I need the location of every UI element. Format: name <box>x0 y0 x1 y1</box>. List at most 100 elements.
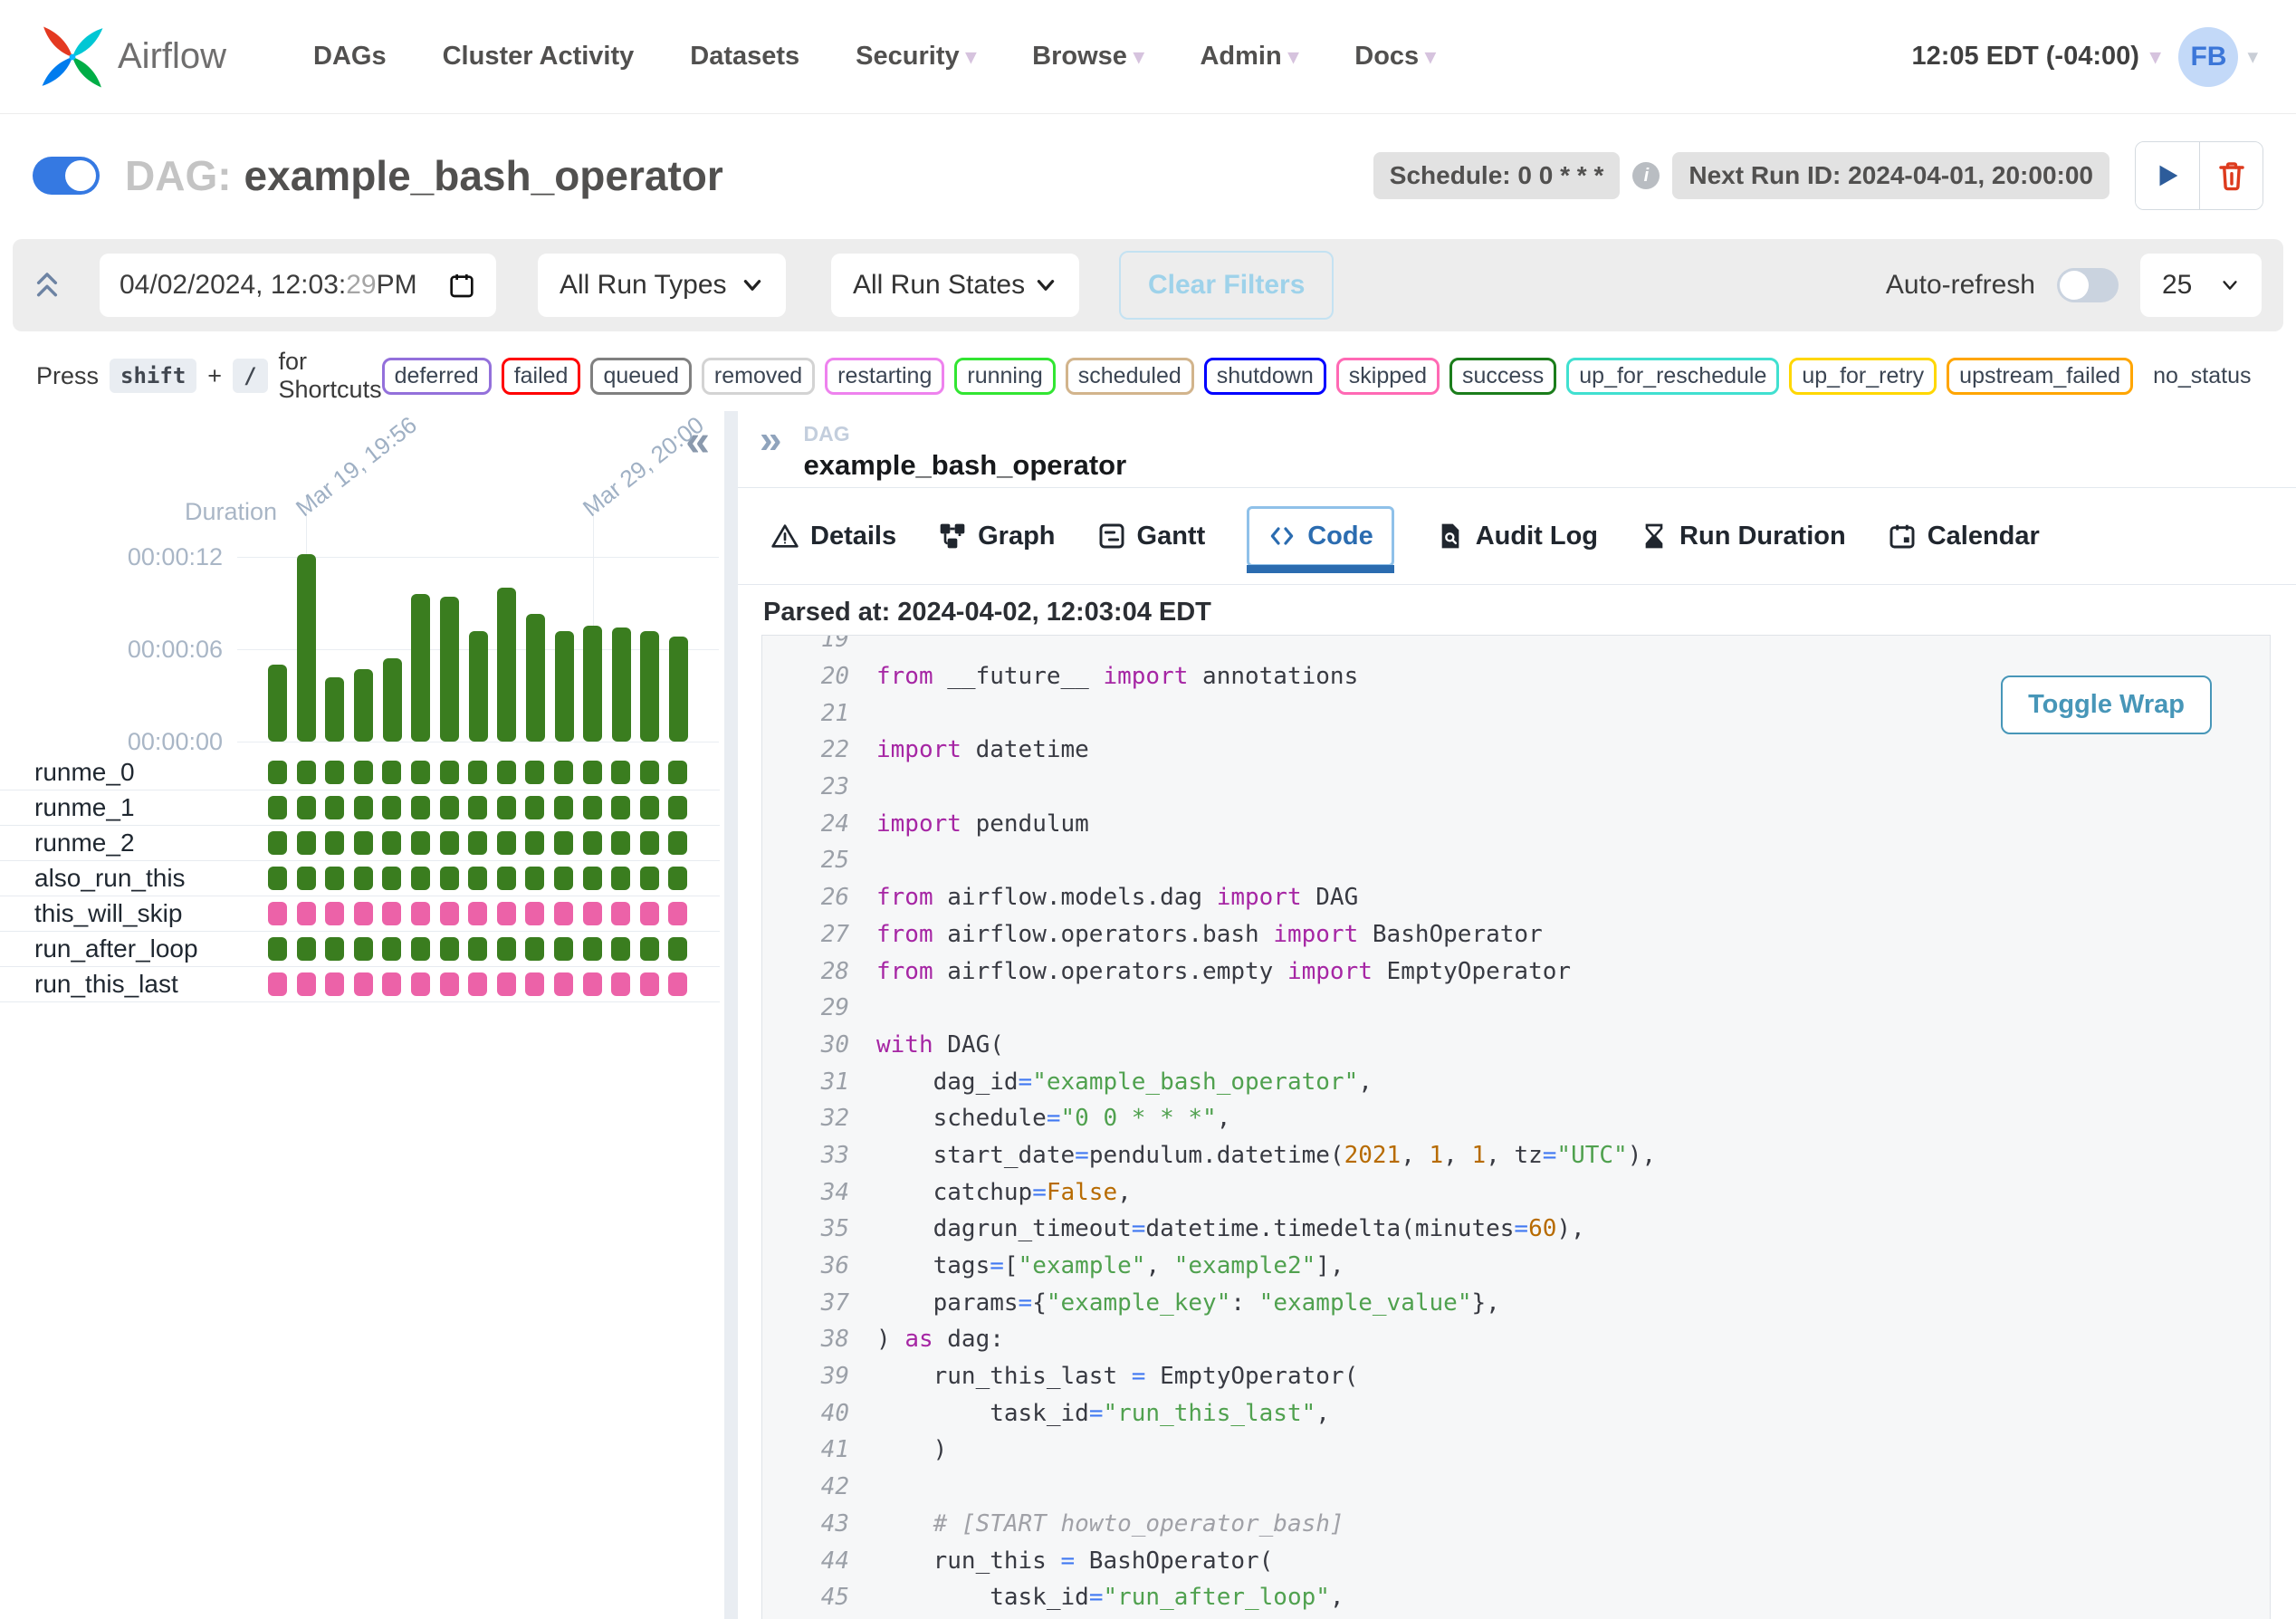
task-label[interactable]: runme_0 <box>34 758 135 787</box>
duration-bar[interactable] <box>583 626 603 742</box>
duration-bar[interactable] <box>640 631 660 742</box>
task-instance-cell[interactable] <box>525 761 545 784</box>
task-instance-cell[interactable] <box>496 761 516 784</box>
legend-badge-scheduled[interactable]: scheduled <box>1065 357 1194 395</box>
task-instance-cell[interactable] <box>410 972 430 996</box>
task-instance-cell[interactable] <box>639 831 659 855</box>
task-instance-cell[interactable] <box>639 902 659 925</box>
toggle-wrap-button[interactable]: Toggle Wrap <box>2001 675 2212 734</box>
page-size-select[interactable]: 25 <box>2140 254 2262 317</box>
task-instance-cell[interactable] <box>353 796 373 819</box>
task-instance-cell[interactable] <box>468 831 488 855</box>
run-states-select[interactable]: All Run States <box>831 254 1079 317</box>
duration-bar[interactable] <box>611 627 631 742</box>
collapse-filters-icon[interactable] <box>34 271 60 300</box>
task-label[interactable]: also_run_this <box>34 864 186 893</box>
task-instance-cell[interactable] <box>325 867 345 890</box>
expand-panel-icon[interactable]: » <box>760 420 781 482</box>
user-menu[interactable]: FB ▾ <box>2178 26 2258 87</box>
nav-item-dags[interactable]: DAGs <box>313 42 387 72</box>
task-instance-cell[interactable] <box>439 937 459 961</box>
task-instance-cell[interactable] <box>268 761 287 784</box>
task-label[interactable]: runme_2 <box>34 829 135 857</box>
task-instance-cell[interactable] <box>268 796 287 819</box>
task-instance-cell[interactable] <box>382 867 402 890</box>
task-instance-cell[interactable] <box>468 937 488 961</box>
task-instance-cell[interactable] <box>611 831 631 855</box>
task-instance-cell[interactable] <box>525 796 545 819</box>
duration-bar[interactable] <box>554 631 574 742</box>
task-instance-cell[interactable] <box>268 902 287 925</box>
task-instance-cell[interactable] <box>296 831 316 855</box>
task-instance-cell[interactable] <box>353 867 373 890</box>
task-instance-cell[interactable] <box>582 937 602 961</box>
task-instance-cell[interactable] <box>553 761 573 784</box>
duration-bar[interactable] <box>411 594 431 742</box>
legend-badge-failed[interactable]: failed <box>501 357 581 395</box>
task-instance-cell[interactable] <box>668 796 688 819</box>
task-instance-cell[interactable] <box>468 972 488 996</box>
duration-bar[interactable] <box>525 614 545 742</box>
task-instance-cell[interactable] <box>611 867 631 890</box>
tab-graph[interactable]: Graph <box>938 522 1056 551</box>
nav-item-browse[interactable]: Browse ▾ <box>1032 42 1143 72</box>
task-instance-cell[interactable] <box>353 902 373 925</box>
task-instance-cell[interactable] <box>525 937 545 961</box>
task-instance-cell[interactable] <box>382 831 402 855</box>
task-instance-cell[interactable] <box>382 972 402 996</box>
nav-item-docs[interactable]: Docs ▾ <box>1354 42 1435 72</box>
task-instance-cell[interactable] <box>639 867 659 890</box>
auto-refresh-toggle[interactable] <box>2057 268 2119 302</box>
legend-badge-queued[interactable]: queued <box>590 357 692 395</box>
legend-badge-up-for-reschedule[interactable]: up_for_reschedule <box>1566 357 1780 395</box>
task-instance-cell[interactable] <box>582 867 602 890</box>
dag-pause-toggle[interactable] <box>33 157 100 195</box>
task-instance-cell[interactable] <box>268 831 287 855</box>
tab-calendar[interactable]: Calendar <box>1888 522 2040 551</box>
task-instance-cell[interactable] <box>525 902 545 925</box>
task-instance-cell[interactable] <box>439 796 459 819</box>
legend-badge-up-for-retry[interactable]: up_for_retry <box>1789 357 1937 395</box>
task-instance-cell[interactable] <box>582 902 602 925</box>
task-instance-cell[interactable] <box>296 902 316 925</box>
task-instance-cell[interactable] <box>668 902 688 925</box>
task-instance-cell[interactable] <box>325 902 345 925</box>
nav-item-admin[interactable]: Admin ▾ <box>1200 42 1298 72</box>
delete-dag-button[interactable] <box>2199 142 2263 209</box>
task-instance-cell[interactable] <box>468 867 488 890</box>
run-types-select[interactable]: All Run Types <box>538 254 786 317</box>
task-instance-cell[interactable] <box>353 972 373 996</box>
task-instance-cell[interactable] <box>439 902 459 925</box>
task-instance-cell[interactable] <box>325 937 345 961</box>
legend-badge-no-status[interactable]: no_status <box>2143 359 2262 392</box>
task-instance-cell[interactable] <box>553 902 573 925</box>
task-label[interactable]: run_this_last <box>34 970 178 999</box>
task-instance-cell[interactable] <box>296 796 316 819</box>
info-icon[interactable]: i <box>1632 162 1660 189</box>
task-instance-cell[interactable] <box>268 972 287 996</box>
task-instance-cell[interactable] <box>410 796 430 819</box>
task-instance-cell[interactable] <box>582 831 602 855</box>
task-instance-cell[interactable] <box>668 867 688 890</box>
legend-badge-upstream-failed[interactable]: upstream_failed <box>1947 357 2134 395</box>
task-instance-cell[interactable] <box>582 972 602 996</box>
task-instance-cell[interactable] <box>439 972 459 996</box>
legend-badge-running[interactable]: running <box>954 357 1056 395</box>
task-instance-cell[interactable] <box>553 867 573 890</box>
trigger-dag-button[interactable] <box>2136 142 2199 209</box>
tab-gantt[interactable]: Gantt <box>1097 522 1205 551</box>
task-instance-cell[interactable] <box>439 831 459 855</box>
calendar-picker-icon[interactable] <box>447 271 476 300</box>
task-instance-cell[interactable] <box>382 796 402 819</box>
task-instance-cell[interactable] <box>410 902 430 925</box>
task-instance-cell[interactable] <box>439 761 459 784</box>
legend-badge-restarting[interactable]: restarting <box>825 357 945 395</box>
task-instance-cell[interactable] <box>296 972 316 996</box>
task-instance-cell[interactable] <box>496 796 516 819</box>
task-instance-cell[interactable] <box>525 867 545 890</box>
task-instance-cell[interactable] <box>410 831 430 855</box>
legend-badge-success[interactable]: success <box>1449 357 1557 395</box>
panel-divider[interactable] <box>724 411 738 1619</box>
task-instance-cell[interactable] <box>496 867 516 890</box>
task-instance-cell[interactable] <box>410 937 430 961</box>
